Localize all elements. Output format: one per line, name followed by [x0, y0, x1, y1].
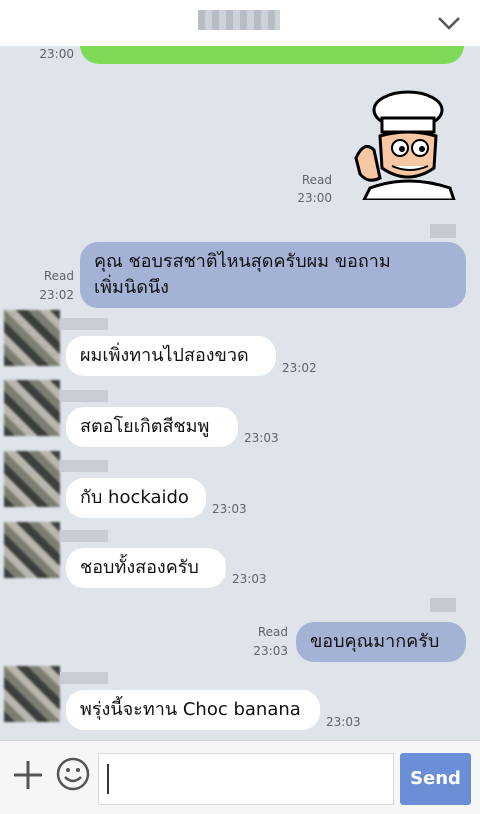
message-text: ผมเพิ่งทานไปสองขวด: [80, 345, 249, 366]
plus-icon[interactable]: [12, 759, 44, 791]
message-text: กับ hockaido: [80, 487, 189, 508]
message-bubble-outgoing[interactable]: ขอบคุณมากครับ: [296, 622, 466, 662]
read-receipt: Read: [257, 625, 288, 639]
message-text: เพิ่มนิดนึง: [94, 277, 169, 298]
read-receipt: Read: [301, 173, 332, 187]
sender-name-blurred: [60, 460, 108, 472]
sender-name-blurred: [60, 672, 108, 684]
message-bubble-green[interactable]: [80, 46, 464, 64]
sender-tag-blurred: [430, 224, 456, 238]
message-time: 23:00: [39, 47, 74, 61]
sender-tag-blurred: [430, 598, 456, 612]
message-bubble-incoming[interactable]: พรุ่งนี้จะทาน Choc banana: [66, 690, 320, 730]
chef-sticker[interactable]: [350, 88, 462, 200]
message-text: คุณ ชอบรสชาติไหนสุดครับผม ขอถาม: [94, 251, 391, 272]
message-bubble-incoming[interactable]: ผมเพิ่งทานไปสองขวด: [66, 336, 276, 376]
message-time: 23:03: [212, 502, 247, 516]
message-bubble-outgoing[interactable]: คุณ ชอบรสชาติไหนสุดครับผม ขอถาม เพิ่มนิด…: [80, 242, 466, 308]
message-time: 23:02: [39, 288, 74, 302]
emoji-icon[interactable]: [56, 757, 90, 791]
message-bubble-incoming[interactable]: ชอบทั้งสองครับ: [66, 548, 226, 588]
message-input[interactable]: [98, 753, 394, 805]
input-bar: Send: [0, 740, 480, 814]
avatar[interactable]: [4, 380, 60, 436]
sender-name-blurred: [60, 318, 108, 330]
message-text: ชอบทั้งสองครับ: [80, 557, 199, 578]
avatar[interactable]: [4, 451, 60, 507]
text-caret: [107, 764, 109, 794]
chat-header: [0, 0, 480, 46]
message-text: ขอบคุณมากครับ: [310, 631, 440, 652]
message-text: สตอโยเกิตสีชมพู: [80, 416, 210, 437]
message-bubble-incoming[interactable]: สตอโยเกิตสีชมพู: [66, 407, 238, 447]
message-time: 23:00: [297, 191, 332, 205]
message-bubble-incoming[interactable]: กับ hockaido: [66, 478, 206, 518]
message-time: 23:03: [326, 715, 361, 729]
message-time: 23:03: [232, 572, 267, 586]
chevron-down-icon[interactable]: [436, 10, 462, 36]
read-receipt: Read: [43, 269, 74, 283]
message-time: 23:03: [244, 431, 279, 445]
sender-name-blurred: [60, 390, 108, 402]
chat-title-blurred: [198, 10, 280, 30]
message-time: 23:02: [282, 361, 317, 375]
message-text: พรุ่งนี้จะทาน Choc banana: [80, 699, 301, 720]
avatar[interactable]: [4, 522, 60, 578]
message-time: 23:03: [253, 644, 288, 658]
avatar[interactable]: [4, 310, 60, 366]
avatar[interactable]: [4, 666, 60, 722]
sender-name-blurred: [60, 530, 108, 542]
chat-area[interactable]: 23:00 Read 23:00 คุณ ชอบรสชาติไหนสุดครับ…: [0, 46, 480, 740]
send-button[interactable]: Send: [400, 753, 471, 805]
